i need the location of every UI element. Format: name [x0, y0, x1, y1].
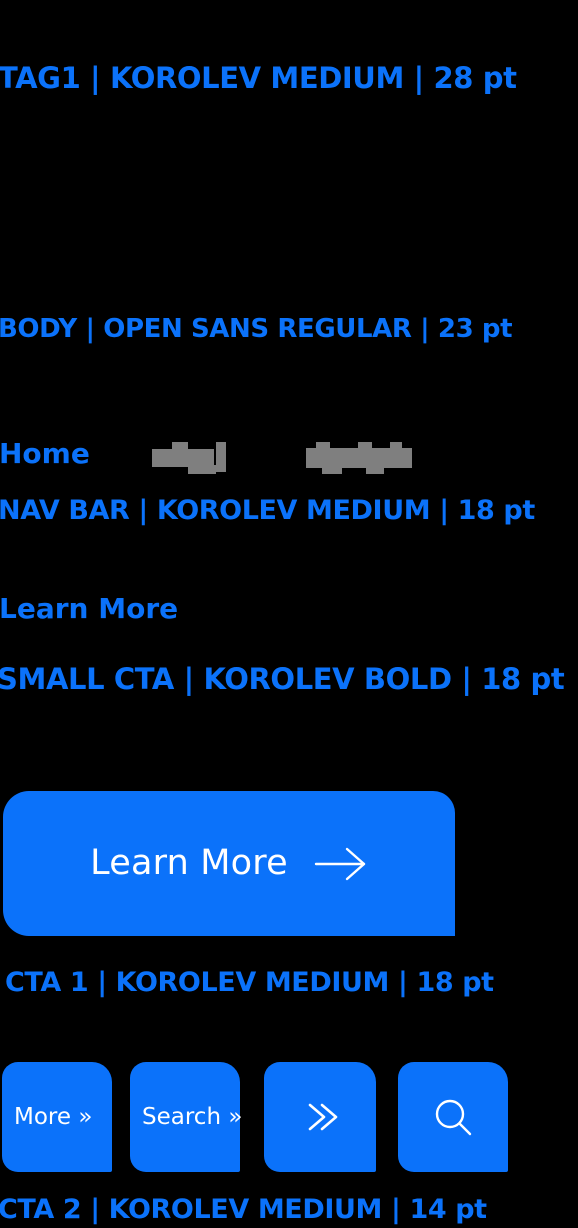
search-text-button[interactable]: Search » — [130, 1062, 243, 1172]
body-spec-label: BODY | OPEN SANS REGULAR | 23 pt — [0, 314, 513, 344]
cta2-button-row: More » Search » — [0, 1062, 578, 1174]
small-cta-sample[interactable]: Learn More — [0, 595, 178, 623]
search-text-button-label: Search » — [142, 1103, 243, 1130]
nav-item-redacted-1[interactable] — [152, 440, 228, 474]
nav-spec-label: NAV BAR | KOROLEV MEDIUM | 18 pt — [0, 495, 535, 526]
more-button-label: More » — [14, 1103, 93, 1130]
cta2-spec-label: CTA 2 | KOROLEV MEDIUM | 14 pt — [0, 1194, 487, 1225]
learn-more-button[interactable]: Learn More — [3, 791, 455, 936]
arrow-right-icon — [314, 846, 368, 882]
learn-more-button-label: Learn More — [90, 843, 288, 883]
tag-spec-label: TAG1 | KOROLEV MEDIUM | 28 pt — [0, 61, 517, 95]
specimen-canvas: TAG1 | KOROLEV MEDIUM | 28 pt BODY | OPE… — [0, 0, 578, 1228]
double-chevron-right-icon — [296, 1093, 344, 1141]
double-chevron-button[interactable] — [264, 1062, 376, 1172]
small-cta-spec-label: SMALL CTA | KOROLEV BOLD | 18 pt — [0, 662, 565, 696]
cta1-spec-label: CTA 1 | KOROLEV MEDIUM | 18 pt — [5, 967, 494, 998]
nav-item-home[interactable]: Home — [0, 440, 90, 468]
nav-item-redacted-2[interactable] — [306, 440, 416, 474]
more-button[interactable]: More » — [2, 1062, 112, 1172]
search-icon-button[interactable] — [398, 1062, 508, 1172]
search-icon — [429, 1093, 477, 1141]
